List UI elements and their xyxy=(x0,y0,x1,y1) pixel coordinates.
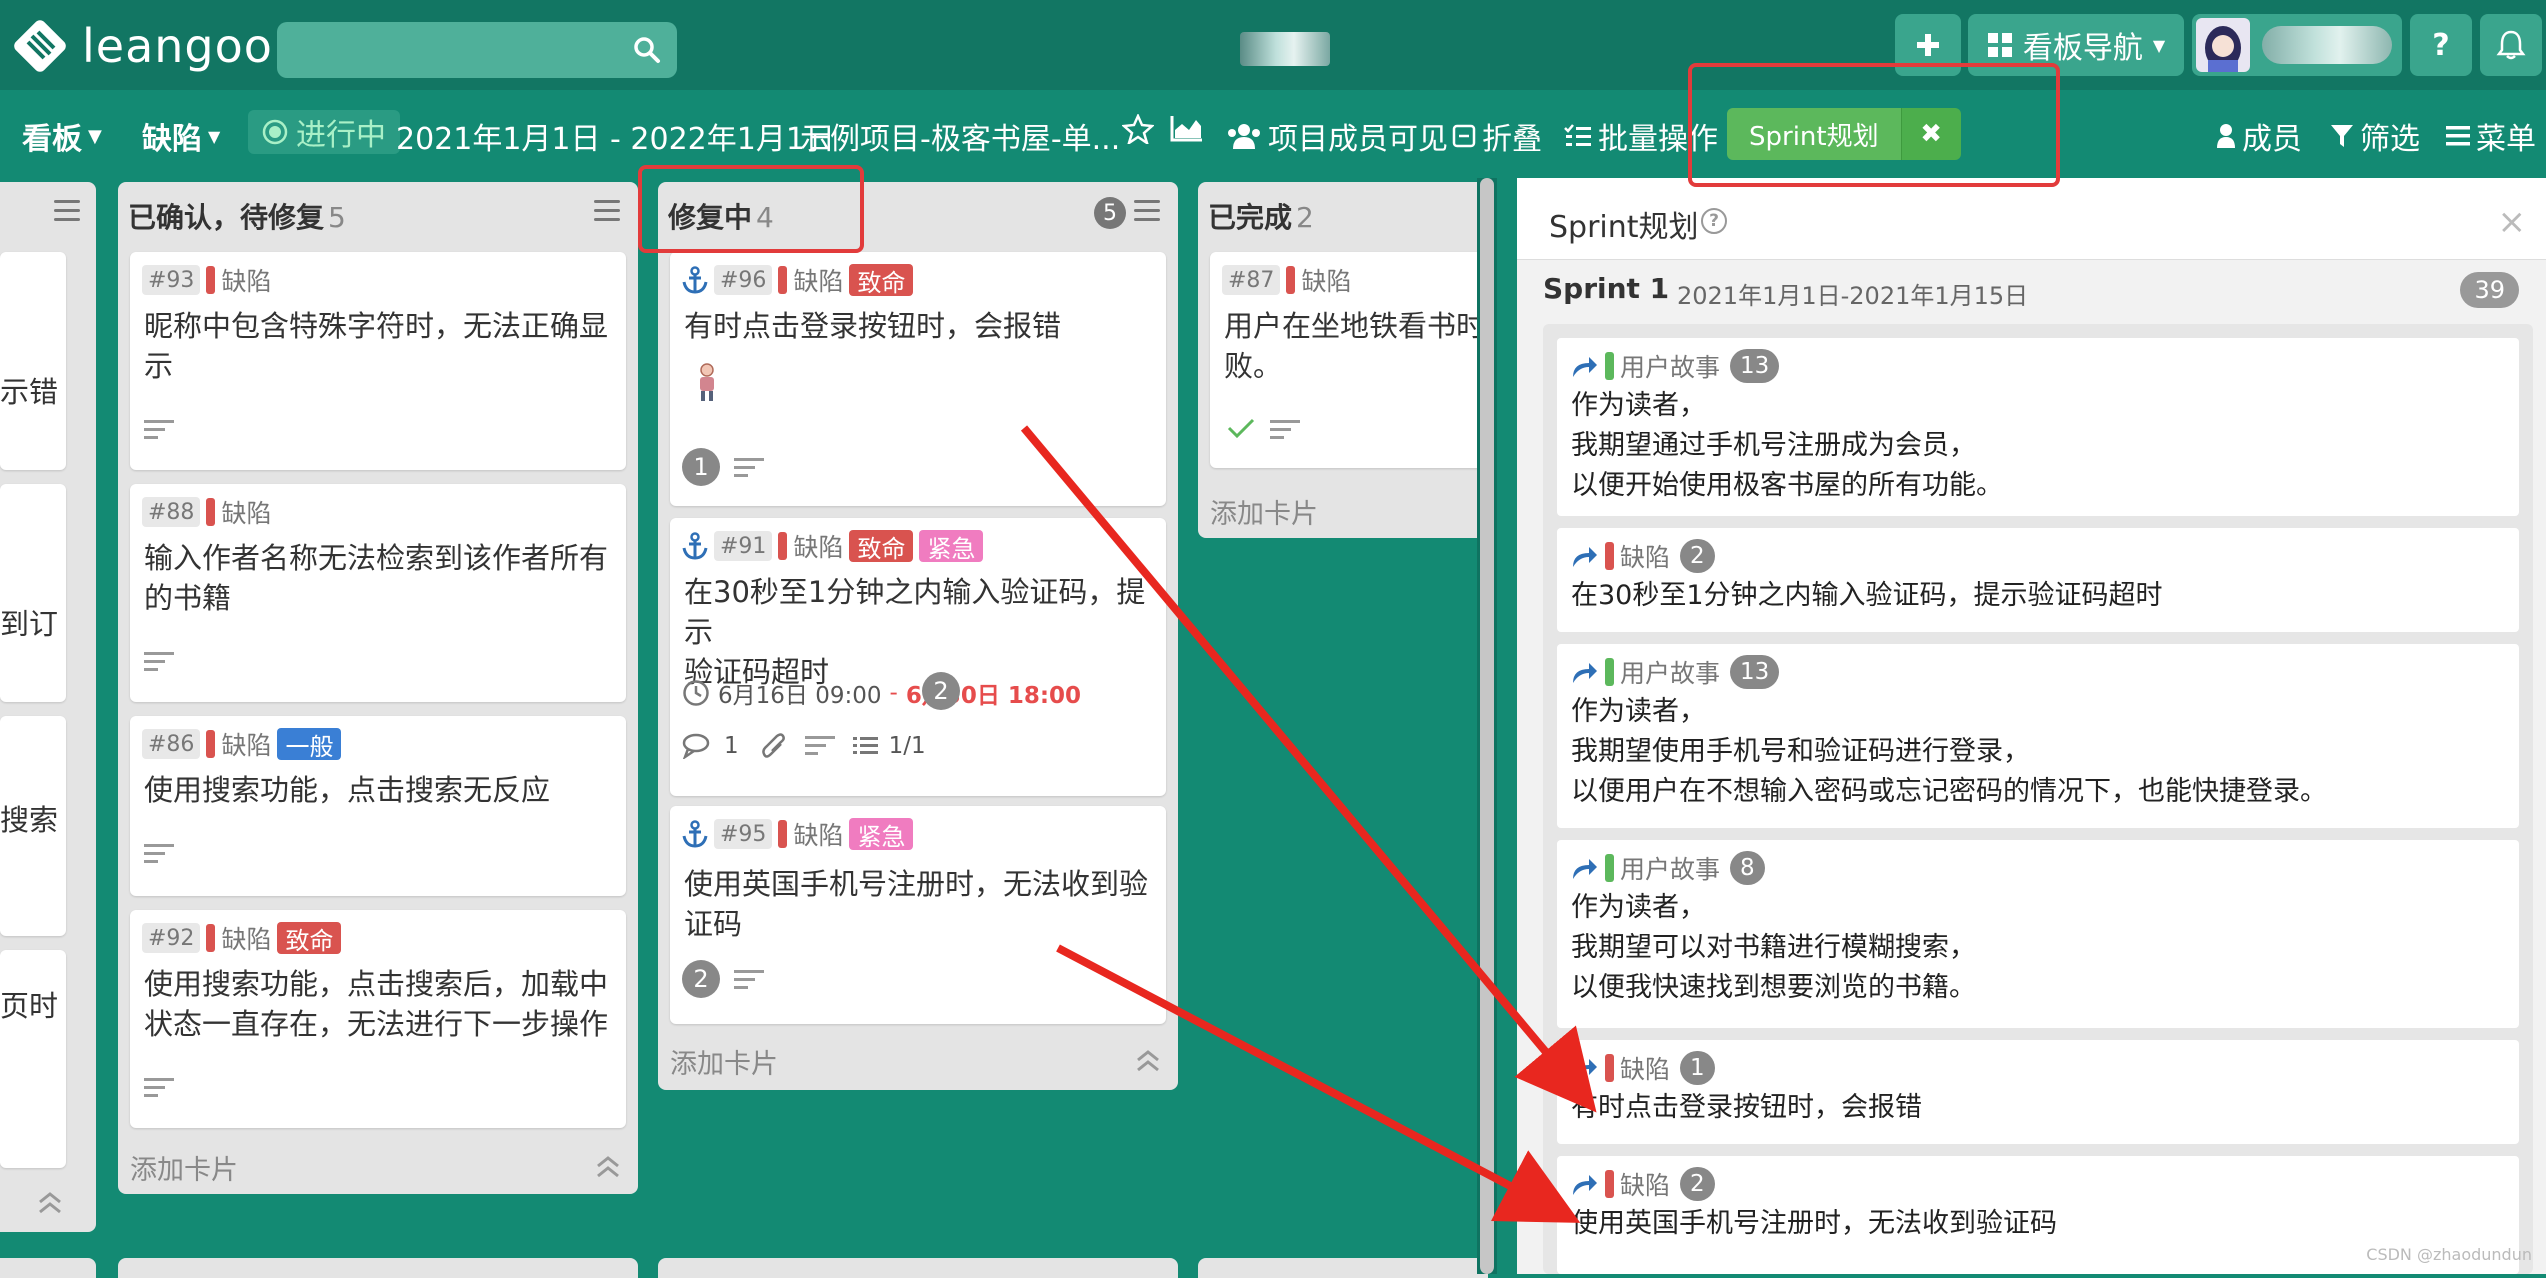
annotation-arrow xyxy=(1020,425,1597,1113)
annotation-arrows xyxy=(1020,425,1597,1223)
watermark: CSDN @zhaodundun xyxy=(2366,1245,2532,1264)
annotation-arrow xyxy=(1056,944,1581,1223)
